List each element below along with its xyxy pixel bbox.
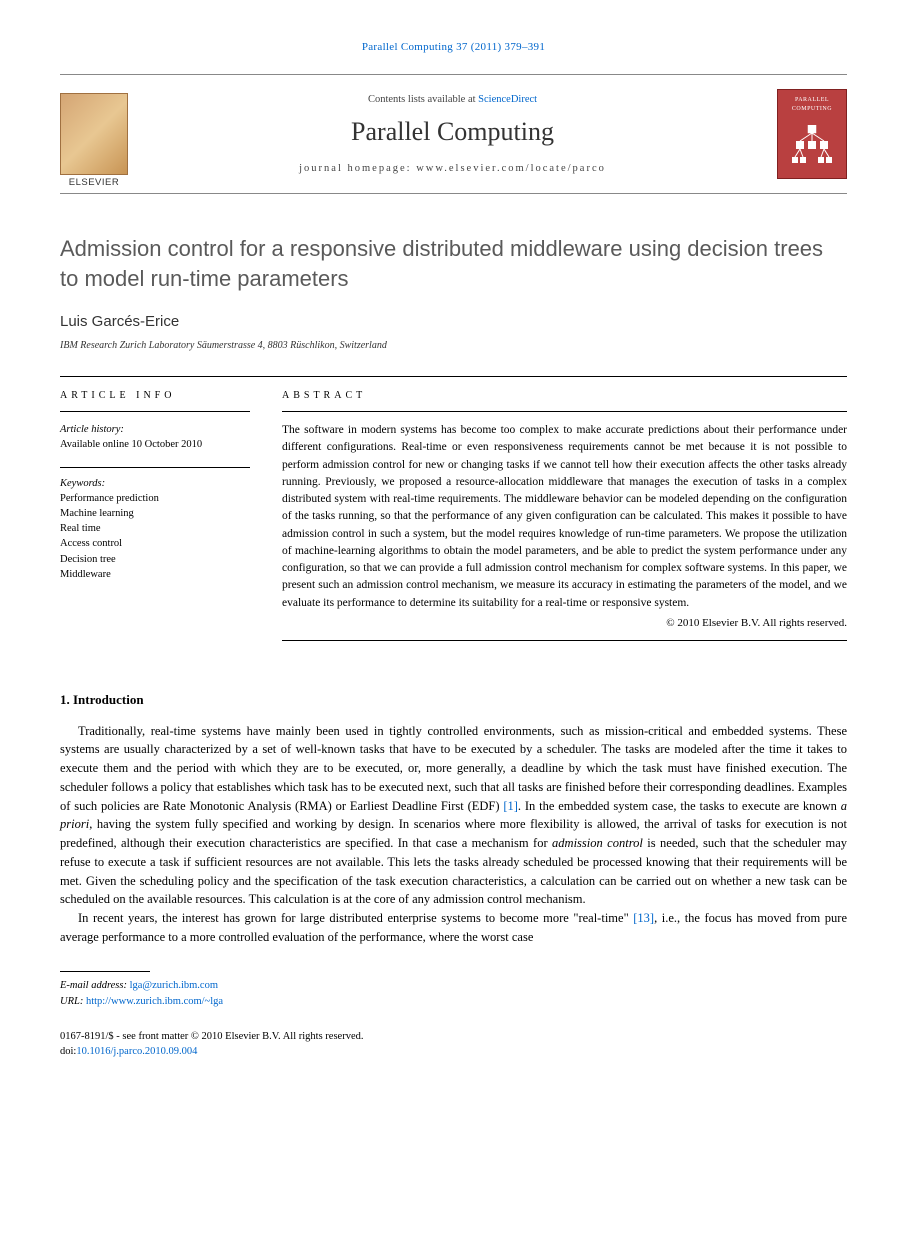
front-matter-line: 0167-8191/$ - see front matter © 2010 El… xyxy=(60,1029,847,1044)
journal-banner: Contents lists available at ScienceDirec… xyxy=(60,74,847,194)
affiliation: IBM Research Zurich Laboratory Säumerstr… xyxy=(60,339,847,354)
banner-center: Contents lists available at ScienceDirec… xyxy=(128,89,777,179)
article-info-label: ARTICLE INFO xyxy=(60,389,250,413)
introduction-heading: 1. Introduction xyxy=(60,691,847,710)
abstract-text: The software in modern systems has becom… xyxy=(282,422,847,612)
keyword-item: Performance prediction xyxy=(60,491,250,506)
author-name: Luis Garcés-Erice xyxy=(60,311,847,333)
ref-13-link[interactable]: [13] xyxy=(633,911,654,925)
abstract-column: ABSTRACT The software in modern systems … xyxy=(282,377,847,641)
journal-name: Parallel Computing xyxy=(351,113,554,151)
info-abstract-row: ARTICLE INFO Article history: Available … xyxy=(60,376,847,641)
elsevier-logo-icon xyxy=(60,93,128,175)
article-history: Article history: Available online 10 Oct… xyxy=(60,422,250,452)
banner-left xyxy=(60,89,128,179)
email-link[interactable]: lga@zurich.ibm.com xyxy=(130,980,218,991)
homepage-prefix: journal homepage: xyxy=(299,163,416,174)
cover-tree-icon xyxy=(792,125,832,175)
homepage-line: journal homepage: www.elsevier.com/locat… xyxy=(299,161,606,176)
footnote-separator xyxy=(60,971,150,972)
doi-link[interactable]: 10.1016/j.parco.2010.09.004 xyxy=(76,1046,197,1057)
ref-1-link[interactable]: [1] xyxy=(503,799,518,813)
sciencedirect-link[interactable]: ScienceDirect xyxy=(478,94,537,105)
keyword-item: Access control xyxy=(60,536,250,551)
journal-cover-icon xyxy=(777,89,847,179)
history-label: Article history: xyxy=(60,422,250,437)
intro-para-2: In recent years, the interest has grown … xyxy=(60,909,847,947)
citation-header: Parallel Computing 37 (2011) 379–391 xyxy=(60,40,847,56)
article-title: Admission control for a responsive distr… xyxy=(60,234,847,293)
url-line: URL: http://www.zurich.ibm.com/~lga xyxy=(60,994,847,1011)
history-value: Available online 10 October 2010 xyxy=(60,439,202,450)
email-label: E-mail address: xyxy=(60,980,130,991)
introduction-body: Traditionally, real-time systems have ma… xyxy=(60,722,847,947)
keyword-item: Decision tree xyxy=(60,552,250,567)
keyword-item: Real time xyxy=(60,521,250,536)
email-line: E-mail address: lga@zurich.ibm.com xyxy=(60,978,847,995)
homepage-url: www.elsevier.com/locate/parco xyxy=(416,163,606,174)
keywords-block: Keywords: Performance prediction Machine… xyxy=(60,467,250,583)
intro-para-1: Traditionally, real-time systems have ma… xyxy=(60,722,847,910)
abstract-label: ABSTRACT xyxy=(282,389,847,413)
keywords-label: Keywords: xyxy=(60,476,250,491)
citation-link[interactable]: Parallel Computing 37 (2011) 379–391 xyxy=(362,41,545,53)
abstract-copyright: © 2010 Elsevier B.V. All rights reserved… xyxy=(282,616,847,632)
page-footer: 0167-8191/$ - see front matter © 2010 El… xyxy=(60,1029,847,1059)
doi-prefix: doi: xyxy=(60,1046,76,1057)
url-label: URL: xyxy=(60,996,86,1007)
footnote-block: E-mail address: lga@zurich.ibm.com URL: … xyxy=(60,978,847,1012)
keyword-item: Middleware xyxy=(60,567,250,582)
doi-line: doi:10.1016/j.parco.2010.09.004 xyxy=(60,1044,847,1059)
contents-prefix: Contents lists available at xyxy=(368,94,478,105)
contents-line: Contents lists available at ScienceDirec… xyxy=(368,92,537,107)
url-link[interactable]: http://www.zurich.ibm.com/~lga xyxy=(86,996,223,1007)
keyword-item: Machine learning xyxy=(60,506,250,521)
article-info-column: ARTICLE INFO Article history: Available … xyxy=(60,377,250,641)
